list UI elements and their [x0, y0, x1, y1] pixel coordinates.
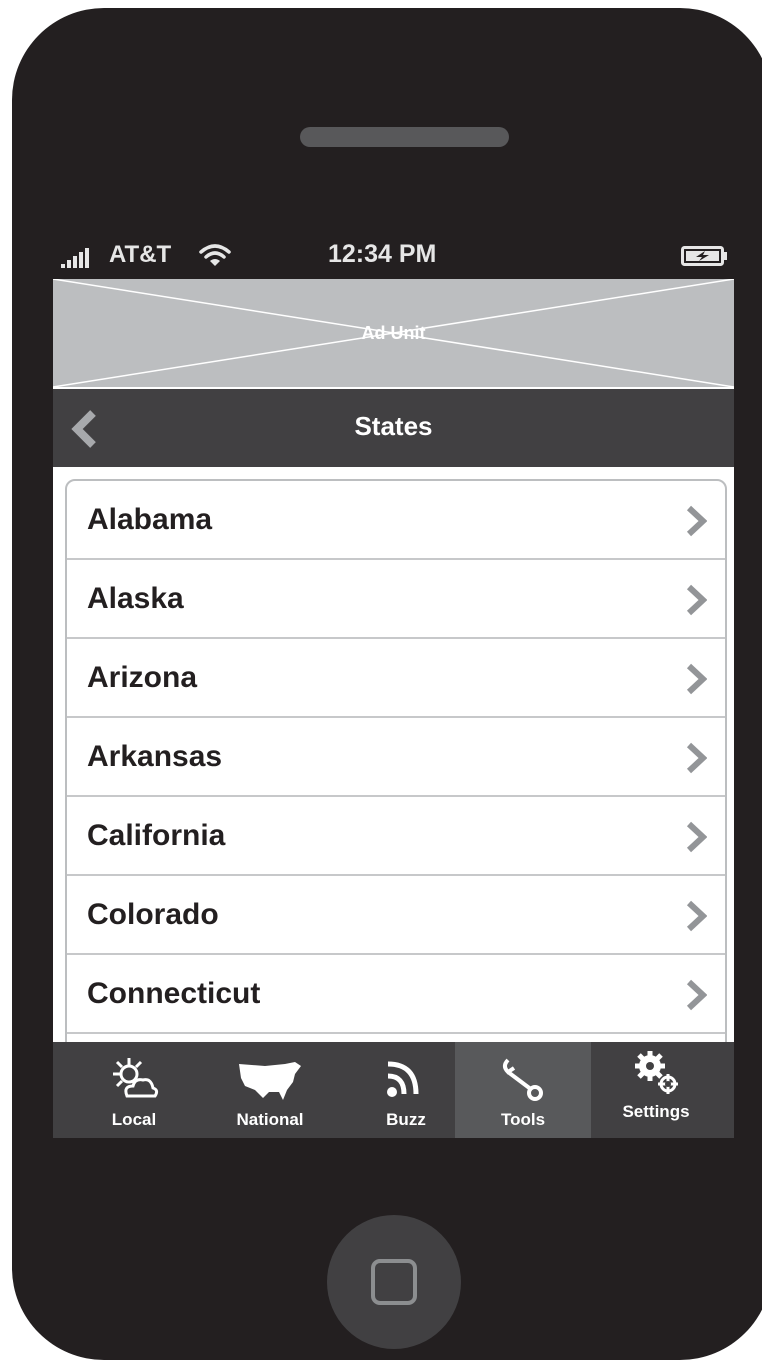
- wrench-icon: [503, 1058, 543, 1101]
- list-item[interactable]: Connecticut: [67, 955, 725, 1034]
- tab-settings[interactable]: Settings: [588, 1042, 724, 1138]
- state-label: Connecticut: [87, 977, 261, 1010]
- tab-bar: Local National Buzz Tools Settings: [53, 1042, 734, 1138]
- chevron-right-icon: [686, 663, 707, 695]
- tab-national[interactable]: National: [202, 1042, 338, 1138]
- rss-icon: [387, 1061, 419, 1097]
- status-bar: AT&T 12:34 PM: [53, 232, 734, 279]
- state-label: Alabama: [87, 503, 213, 536]
- list-item[interactable]: Arizona: [67, 639, 725, 718]
- tab-label: Settings: [622, 1102, 690, 1121]
- screen: AT&T 12:34 PM Ad Unit States Alabama Ala…: [53, 232, 734, 1138]
- gears-icon: [635, 1051, 678, 1094]
- signal-strength-icon: [61, 242, 89, 268]
- battery-charging-icon: [681, 245, 729, 272]
- tab-label: Tools: [500, 1110, 546, 1129]
- list-item[interactable]: Alabama: [67, 481, 725, 560]
- wifi-icon: [198, 242, 232, 273]
- ad-unit-placeholder[interactable]: Ad Unit: [53, 279, 734, 387]
- list-item[interactable]: Colorado: [67, 876, 725, 955]
- state-label: Colorado: [87, 898, 219, 931]
- chevron-right-icon: [686, 821, 707, 853]
- state-label: Arizona: [87, 661, 198, 694]
- home-button[interactable]: [327, 1215, 461, 1349]
- tab-tools[interactable]: Tools: [455, 1042, 591, 1138]
- ad-unit-label: Ad Unit: [361, 323, 426, 343]
- chevron-right-icon: [686, 505, 707, 537]
- list-item[interactable]: California: [67, 797, 725, 876]
- tab-buzz[interactable]: Buzz: [338, 1042, 474, 1138]
- state-label: Arkansas: [87, 740, 223, 773]
- states-list: Alabama Alaska Arizona Arkansas Californ…: [65, 479, 727, 1138]
- page-title: States: [354, 411, 433, 441]
- chevron-right-icon: [686, 584, 707, 616]
- chevron-right-icon: [686, 979, 707, 1011]
- state-label: Alaska: [87, 582, 184, 615]
- home-square-icon: [371, 1259, 417, 1305]
- sun-cloud-icon: [113, 1058, 159, 1098]
- tab-local[interactable]: Local: [66, 1042, 202, 1138]
- tab-label: Local: [111, 1110, 157, 1129]
- status-time: 12:34 PM: [328, 240, 437, 268]
- carrier-name: AT&T: [109, 241, 172, 268]
- list-item[interactable]: Arkansas: [67, 718, 725, 797]
- speaker-grille: [300, 127, 509, 147]
- state-label: California: [87, 819, 226, 852]
- tab-label: National: [236, 1110, 304, 1129]
- chevron-right-icon: [686, 900, 707, 932]
- usa-map-icon: [239, 1062, 301, 1100]
- list-item[interactable]: Alaska: [67, 560, 725, 639]
- navigation-bar: States: [53, 389, 734, 467]
- chevron-right-icon: [686, 742, 707, 774]
- tab-label: Buzz: [386, 1110, 426, 1129]
